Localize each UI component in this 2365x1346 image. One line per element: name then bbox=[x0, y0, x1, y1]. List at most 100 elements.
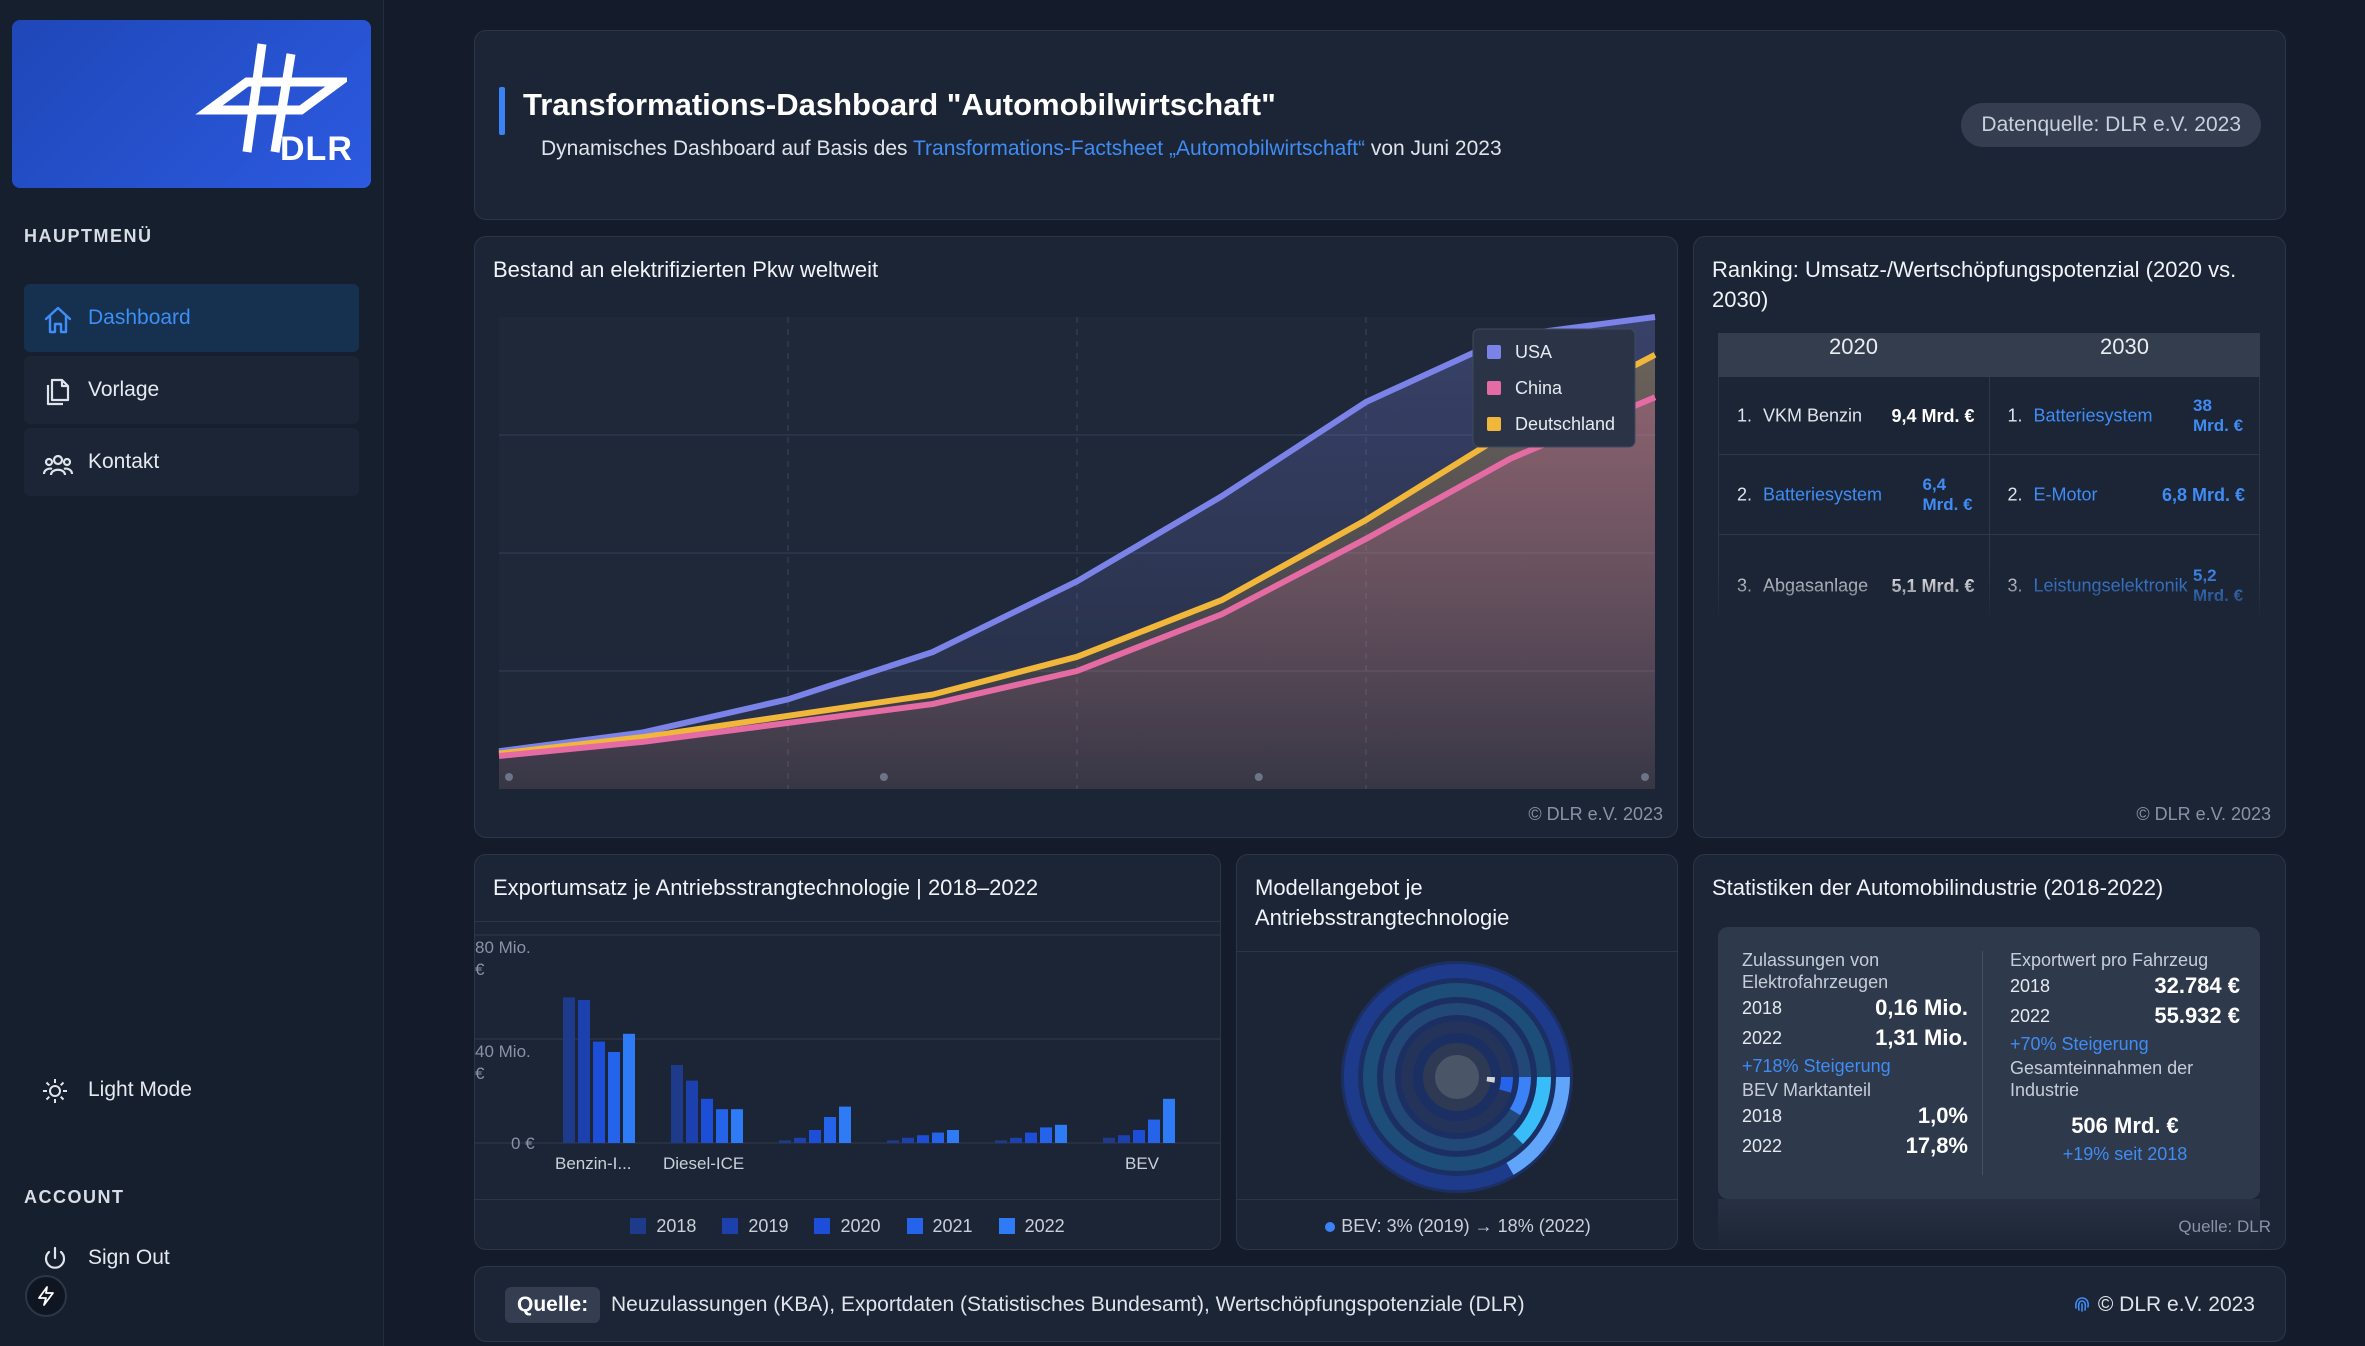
main-menu-label: HAUPTMENÜ bbox=[24, 226, 153, 246]
ev-stock-card: Bestand an elektrifizierten Pkw weltweit… bbox=[474, 236, 1678, 838]
table-cell: 2. E-Motor 6,8 Mrd. € bbox=[1990, 455, 2260, 534]
dlr-logo[interactable]: DLR bbox=[12, 20, 371, 188]
bar-2019-4[interactable] bbox=[1010, 1137, 1022, 1143]
bar-2021-5[interactable] bbox=[1148, 1119, 1160, 1143]
legend-label: Deutschland bbox=[1515, 414, 1615, 434]
bar-2018-5[interactable] bbox=[1103, 1137, 1115, 1143]
registrations-row: 2018 0,16 Mio. bbox=[1742, 993, 1968, 1023]
export-chart[interactable]: 80 Mio. € 40 Mio. € 0 € Benzin-I... Diesel-ICE… bbox=[475, 855, 1221, 1250]
legend-item[interactable]: 2021 bbox=[906, 1216, 973, 1237]
year: 2018 bbox=[1742, 1106, 1783, 1126]
bar-2022-0[interactable] bbox=[623, 1033, 635, 1143]
bar-2021-1[interactable] bbox=[716, 1109, 728, 1143]
bar-2019-1[interactable] bbox=[686, 1080, 698, 1143]
ranking-table[interactable]: 1. VKM Benzin 9,4 Mrd. € 1. Batteriesystem… bbox=[1718, 377, 2260, 617]
bar-2019-3[interactable] bbox=[902, 1137, 914, 1143]
footer-copyright-text: © DLR e.V. 2023 bbox=[2097, 1293, 2255, 1316]
ring-core bbox=[1435, 1055, 1479, 1099]
legend-label: 2021 bbox=[932, 1216, 973, 1236]
table-cell: 3. Abgasanlage 5,1 Mrd. € bbox=[1719, 535, 1990, 617]
bar-2020-0[interactable] bbox=[593, 1041, 605, 1143]
legend-label: 2020 bbox=[840, 1216, 881, 1236]
bar-2020-4[interactable] bbox=[1025, 1132, 1037, 1143]
table-row[interactable]: 1. VKM Benzin 9,4 Mrd. € 1. Batteriesystem… bbox=[1719, 377, 2260, 455]
axis-marker bbox=[1641, 773, 1649, 781]
bar-2018-2[interactable] bbox=[779, 1140, 791, 1143]
bar-2022-5[interactable] bbox=[1163, 1098, 1175, 1143]
sign-out-button[interactable]: Sign Out bbox=[24, 1238, 344, 1278]
export-value-row: 2022 55.932 € bbox=[2010, 1001, 2240, 1031]
bar-2020-2[interactable] bbox=[809, 1130, 821, 1143]
footer-source-text: Neuzulassungen (KBA), Exportdaten (Stati… bbox=[611, 1293, 1525, 1316]
legend-item[interactable]: 2019 bbox=[722, 1216, 788, 1237]
legend-item[interactable]: 2020 bbox=[814, 1216, 881, 1237]
year: 2022 bbox=[1742, 1136, 1783, 1156]
divider bbox=[1237, 1199, 1677, 1200]
factsheet-link[interactable]: Transformations-Factsheet „Automobilwirt… bbox=[913, 137, 1365, 160]
bar-2022-4[interactable] bbox=[1055, 1124, 1067, 1143]
legend-swatch bbox=[1487, 417, 1501, 431]
table-row[interactable]: 2. Batteriesystem 6,4 Mrd. € 2. E-Motor 6,8… bbox=[1719, 455, 2260, 535]
bar-2022-2[interactable] bbox=[839, 1106, 851, 1143]
revenue-value: 506 Mrd. € bbox=[2071, 1113, 2179, 1138]
legend-label: 2018 bbox=[656, 1216, 697, 1236]
bev-share-row: 2018 1,0% bbox=[1742, 1101, 1968, 1131]
bar-2019-0[interactable] bbox=[578, 1000, 590, 1143]
sidebar: DLR HAUPTMENÜ Dashboard Vorlage Kontakt … bbox=[0, 0, 384, 1346]
rank-name: 2. Batteriesystem bbox=[1737, 484, 1882, 505]
rank-name: 2. E-Motor bbox=[2008, 484, 2098, 505]
bar-2022-1[interactable] bbox=[731, 1109, 743, 1143]
models-ring-chart[interactable] bbox=[1237, 855, 1678, 1250]
note-dot bbox=[1325, 1222, 1336, 1232]
bar-2018-4[interactable] bbox=[995, 1140, 1007, 1143]
bar-2021-2[interactable] bbox=[824, 1117, 836, 1143]
legend-swatch bbox=[1487, 381, 1501, 395]
x-tick-label: Diesel-ICE bbox=[663, 1154, 744, 1173]
ev-stock-copyright: © DLR e.V. 2023 bbox=[1528, 804, 1663, 824]
value: 1,31 Mio. bbox=[1875, 1025, 1968, 1050]
bar-2021-3[interactable] bbox=[932, 1132, 944, 1143]
light-mode-toggle[interactable]: Light Mode bbox=[24, 1070, 344, 1110]
bar-2022-3[interactable] bbox=[947, 1130, 959, 1143]
bar-2021-4[interactable] bbox=[1040, 1127, 1052, 1143]
sidebar-item-vorlage[interactable]: Vorlage bbox=[24, 356, 359, 424]
power-icon bbox=[44, 1246, 66, 1269]
ranking-col-2020: 2020 bbox=[1829, 334, 1878, 359]
stats-panel: Zulassungen von Elektrofahrzeugen 2018 0,… bbox=[1718, 927, 2260, 1199]
ev-stock-chart[interactable]: USA China Deutschland bbox=[475, 237, 1678, 838]
rank-value: 6,8 Mrd. € bbox=[2161, 484, 2245, 505]
legend-swatch bbox=[630, 1218, 647, 1234]
legend-item[interactable]: 2018 bbox=[630, 1216, 696, 1237]
legend-swatch bbox=[906, 1218, 923, 1234]
rank-label: VKM Benzin bbox=[1763, 405, 1863, 425]
value: 17,8% bbox=[1905, 1133, 1968, 1158]
legend-item[interactable]: 2022 bbox=[998, 1216, 1065, 1237]
sidebar-item-label: Vorlage bbox=[88, 378, 160, 401]
table-cell: 1. VKM Benzin 9,4 Mrd. € bbox=[1719, 377, 1990, 454]
bar-2020-1[interactable] bbox=[701, 1098, 713, 1143]
bar-2019-5[interactable] bbox=[1118, 1135, 1130, 1143]
table-cell: 3. Leistungselektronik 5,2 Mrd. € bbox=[1990, 535, 2260, 617]
bar-2019-2[interactable] bbox=[794, 1137, 806, 1143]
stats-card: Statistiken der Automobilindustrie (2018… bbox=[1693, 854, 2286, 1250]
header-card: Transformations-Dashboard "Automobilwirt… bbox=[474, 30, 2286, 220]
year: 2018 bbox=[1742, 998, 1783, 1018]
bev-arc-4 bbox=[1499, 1076, 1513, 1093]
sidebar-item-kontakt[interactable]: Kontakt bbox=[24, 428, 359, 496]
stats-right-column: Exportwert pro Fahrzeug 2018 32.784 € 202… bbox=[2010, 949, 2240, 1167]
models-note-text: BEV: 3% (2019) → 18% (2022) bbox=[1341, 1216, 1591, 1236]
data-source-badge: Datenquelle: DLR e.V. 2023 bbox=[1961, 103, 2261, 147]
table-row[interactable]: 3. Abgasanlage 5,1 Mrd. € 3. Leistungselek… bbox=[1719, 535, 2260, 617]
bar-2018-0[interactable] bbox=[563, 997, 575, 1143]
bar-2018-1[interactable] bbox=[671, 1065, 683, 1143]
sidebar-item-dashboard[interactable]: Dashboard bbox=[24, 284, 359, 352]
bar-2018-3[interactable] bbox=[887, 1140, 899, 1143]
rank-number: 1. bbox=[1737, 405, 1758, 425]
bar-2020-3[interactable] bbox=[917, 1135, 929, 1143]
bolt-button[interactable] bbox=[25, 1275, 67, 1317]
bar-2021-0[interactable] bbox=[608, 1052, 620, 1143]
rank-number: 3. bbox=[1737, 575, 1758, 595]
models-note: BEV: 3% (2019) → 18% (2022) bbox=[1237, 1216, 1677, 1237]
bar-2020-5[interactable] bbox=[1133, 1130, 1145, 1143]
page-title: Transformations-Dashboard "Automobilwirt… bbox=[523, 87, 1276, 122]
